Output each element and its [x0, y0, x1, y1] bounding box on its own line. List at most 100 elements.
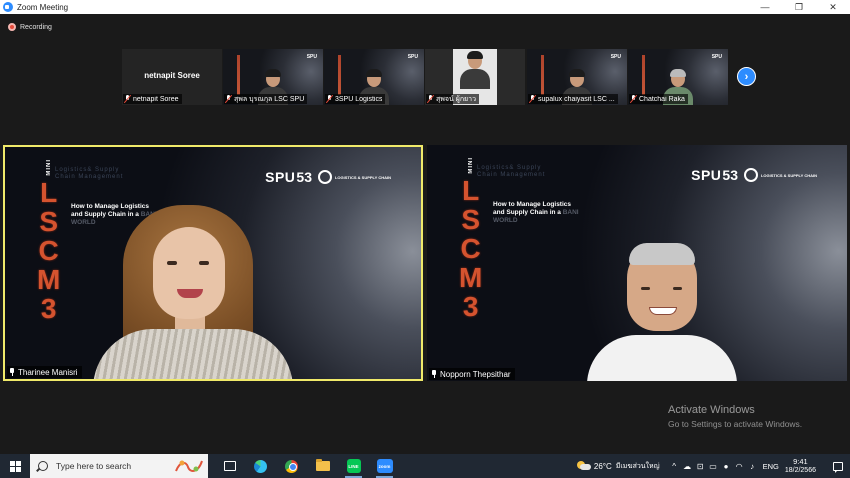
participant-tile-1[interactable]: netnapit Soree netnapit Soree	[122, 49, 222, 105]
slide-logo-strip	[642, 55, 645, 95]
start-button[interactable]	[0, 454, 30, 478]
event-logo: MINI L S C M 3	[459, 157, 483, 322]
edge-icon	[254, 459, 267, 473]
pin-icon	[9, 368, 15, 376]
slide-subtitle: Logistics& Supply Chain Management	[477, 165, 546, 178]
participant-nameplate: netnapit Soree	[123, 94, 182, 104]
participant-tile-3[interactable]: SPU 3SPU Logistics	[324, 49, 424, 105]
participant-display-name: netnapit Soree	[144, 71, 200, 80]
pin-icon	[431, 370, 437, 378]
main-video-participant[interactable]: MINI L S C M 3 Logistics& Supply Chain M…	[427, 145, 847, 381]
notification-icon	[833, 461, 843, 473]
system-tray: 26°C มีเมฆส่วนใหญ่ ^ ☁ ⊡ ▭ ● ◠ ♪ ENG 9:4…	[576, 454, 850, 478]
mic-muted-icon	[124, 95, 131, 103]
main-video-speaker[interactable]: MINI L S C M 3 Logistics& Supply Chain M…	[3, 145, 423, 381]
taskbar-apps: LINE zoom	[214, 454, 400, 478]
participant-tile-2[interactable]: SPU สุพล บุรณกุล LSC SPU	[223, 49, 323, 105]
folder-icon	[315, 459, 330, 471]
search-icon	[38, 461, 48, 471]
participant-name: netnapit Soree	[133, 95, 179, 103]
spu-logo: SPU	[306, 54, 317, 60]
participant-video-feed	[587, 243, 737, 381]
spu-logo: SPU	[610, 54, 621, 60]
slide-logo-strip	[237, 55, 240, 95]
weather-temp[interactable]: 26°C	[594, 462, 612, 471]
zoom-window: Zoom Meeting — ❐ ✕ Recording netnapit So…	[0, 0, 850, 478]
spu53-logo: SPU 53 LOGISTICS & SUPPLY CHAIN	[691, 167, 817, 183]
slide-subtitle: Logistics& Supply Chain Management	[55, 167, 124, 180]
weather-icon[interactable]	[576, 461, 591, 471]
mic-muted-icon	[225, 95, 232, 103]
weather-text[interactable]: มีเมฆส่วนใหญ่	[616, 461, 660, 472]
participant-tile-4[interactable]: สุพจน์ ผู้กยาว	[425, 49, 525, 105]
spu-logo: SPU	[407, 54, 418, 60]
speaker-video-feed	[93, 205, 293, 379]
spu-logo: SPU	[711, 54, 722, 60]
participant-name: Chatchai Raka	[639, 95, 685, 103]
title-bar: Zoom Meeting — ❐ ✕	[0, 0, 850, 14]
mic-muted-icon	[529, 95, 536, 103]
slide-logo-strip	[541, 55, 544, 95]
clock-time: 9:41	[793, 457, 808, 466]
participant-tile-6[interactable]: SPU Chatchai Raka	[628, 49, 728, 105]
line-button[interactable]: LINE	[338, 454, 369, 478]
volume-icon[interactable]: ♪	[746, 454, 759, 478]
show-hidden-icons-chevron-icon[interactable]: ^	[668, 454, 681, 478]
taskbar-search[interactable]: Type here to search	[30, 454, 208, 478]
activate-windows-watermark: Activate Windows Go to Settings to activ…	[668, 404, 803, 429]
mic-muted-icon	[326, 95, 333, 103]
battery-icon[interactable]: ▭	[707, 454, 720, 478]
participant-nameplate: สุพล บุรณกุล LSC SPU	[224, 94, 308, 104]
slide-logo-strip	[338, 55, 341, 95]
task-view-icon	[223, 461, 236, 471]
participant-nameplate: Nopporn Thepsithar	[429, 368, 515, 380]
onedrive-icon[interactable]: ☁	[681, 454, 694, 478]
edge-button[interactable]	[245, 454, 276, 478]
search-placeholder: Type here to search	[56, 461, 132, 471]
restore-button[interactable]: ❐	[782, 0, 816, 14]
participant-nameplate: สุพจน์ ผู้กยาว	[426, 94, 480, 104]
line-icon: LINE	[346, 459, 361, 473]
notifications-button[interactable]	[826, 454, 850, 478]
next-page-button[interactable]: ›	[737, 67, 756, 86]
participant-nameplate: 3SPU Logistics	[325, 94, 386, 104]
clock[interactable]: 9:41 18/2/2566	[785, 457, 816, 475]
chrome-button[interactable]	[276, 454, 307, 478]
minimize-button[interactable]: —	[748, 0, 782, 14]
participant-nameplate: Tharinee Manisri	[7, 366, 82, 378]
taskbar: Type here to search LINE zoom 26°C มีเมฆ…	[0, 454, 850, 478]
recording-indicator[interactable]: Recording	[8, 21, 52, 33]
search-highlight-icon	[175, 460, 203, 472]
windows-icon	[9, 460, 21, 472]
zoom-icon: zoom	[376, 459, 393, 473]
language-indicator[interactable]: ENG	[763, 462, 779, 471]
participant-name: 3SPU Logistics	[335, 95, 383, 103]
participant-nameplate: supalux chaiyasit LSC ...	[528, 94, 618, 104]
task-view-button[interactable]	[214, 454, 245, 478]
lsc-logo-icon	[317, 170, 332, 184]
slide-headline: How to Manage Logistics and Supply Chain…	[493, 201, 579, 224]
file-explorer-button[interactable]	[307, 454, 338, 478]
mic-icon[interactable]: ●	[720, 454, 733, 478]
participant-name: supalux chaiyasit LSC ...	[538, 95, 615, 103]
participant-tile-5[interactable]: SPU supalux chaiyasit LSC ...	[527, 49, 627, 105]
close-button[interactable]: ✕	[816, 0, 850, 14]
recording-label: Recording	[20, 23, 52, 31]
clock-date: 18/2/2566	[784, 467, 816, 474]
event-logo: MINI L S C M 3	[37, 159, 61, 324]
network-icon[interactable]: ⊡	[694, 454, 707, 478]
recording-icon	[8, 23, 16, 31]
chrome-icon	[285, 459, 298, 473]
zoom-app-icon	[3, 2, 13, 12]
lsc-logo-icon	[743, 168, 758, 182]
mic-muted-icon	[427, 95, 434, 103]
participant-name: สุพล บุรณกุล LSC SPU	[234, 95, 305, 103]
spu53-logo: SPU 53 LOGISTICS & SUPPLY CHAIN	[265, 169, 391, 185]
participant-name: Tharinee Manisri	[18, 367, 78, 377]
participant-name: Nopporn Thepsithar	[440, 369, 511, 379]
mic-muted-icon	[630, 95, 637, 103]
wifi-icon[interactable]: ◠	[733, 454, 746, 478]
participant-name: สุพจน์ ผู้กยาว	[436, 95, 477, 103]
window-controls: — ❐ ✕	[748, 0, 850, 14]
zoom-button[interactable]: zoom	[369, 454, 400, 478]
